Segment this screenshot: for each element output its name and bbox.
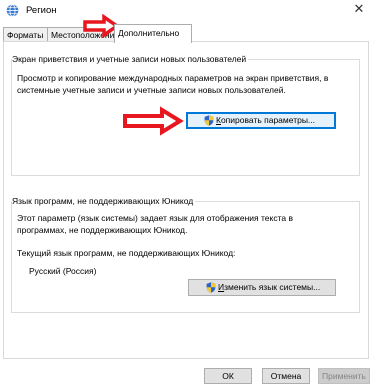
cancel-button[interactable]: Отмена (262, 368, 310, 384)
tab-additional[interactable]: Дополнительно (114, 24, 192, 43)
copy-settings-label: Копировать параметры... (216, 115, 316, 125)
welcome-description-line2: системные учетные записи и учетные запис… (17, 85, 286, 95)
change-system-locale-label: Изменить язык системы... (218, 282, 321, 292)
uac-shield-icon (206, 282, 216, 293)
ok-button[interactable]: ОК (204, 368, 252, 384)
welcome-group-title: Экран приветствия и учетные записи новых… (12, 54, 249, 64)
title-bar: Регион ✕ (0, 0, 374, 22)
cancel-label: Отмена (270, 371, 302, 381)
non-unicode-group-title: Язык программ, не поддерживающих Юникод (12, 196, 196, 206)
close-button[interactable]: ✕ (352, 2, 366, 16)
welcome-description-line1: Просмотр и копирование международных пар… (17, 73, 329, 83)
apply-label: Применить (322, 371, 366, 381)
uac-shield-icon (204, 115, 214, 126)
non-unicode-description-line2: программах, не поддерживающих Юникод. (17, 225, 188, 235)
welcome-screen-group: Экран приветствия и учетные записи новых… (11, 54, 360, 176)
current-language-value: Русский (Россия) (29, 266, 97, 276)
change-system-locale-button[interactable]: Изменить язык системы... (188, 279, 336, 296)
tab-additional-label: Дополнительно (118, 28, 180, 38)
apply-button[interactable]: Применить (318, 368, 370, 384)
red-arrow-icon (123, 106, 184, 136)
window-title: Регион (26, 5, 57, 16)
copy-settings-button[interactable]: Копировать параметры... (186, 112, 336, 129)
non-unicode-description-line1: Этот параметр (язык системы) задает язык… (17, 213, 293, 223)
close-icon: ✕ (353, 1, 365, 16)
current-language-label: Текущий язык программ, не поддерживающих… (17, 248, 236, 258)
globe-icon (6, 4, 19, 17)
ok-label: ОК (222, 371, 234, 381)
tab-formats-label: Форматы (7, 30, 44, 40)
dialog-button-bar: ОК Отмена Применить (0, 359, 374, 386)
non-unicode-language-group: Язык программ, не поддерживающих Юникод … (11, 196, 360, 313)
tab-page-additional: Экран приветствия и учетные записи новых… (3, 41, 369, 359)
tab-formats[interactable]: Форматы (3, 27, 51, 42)
